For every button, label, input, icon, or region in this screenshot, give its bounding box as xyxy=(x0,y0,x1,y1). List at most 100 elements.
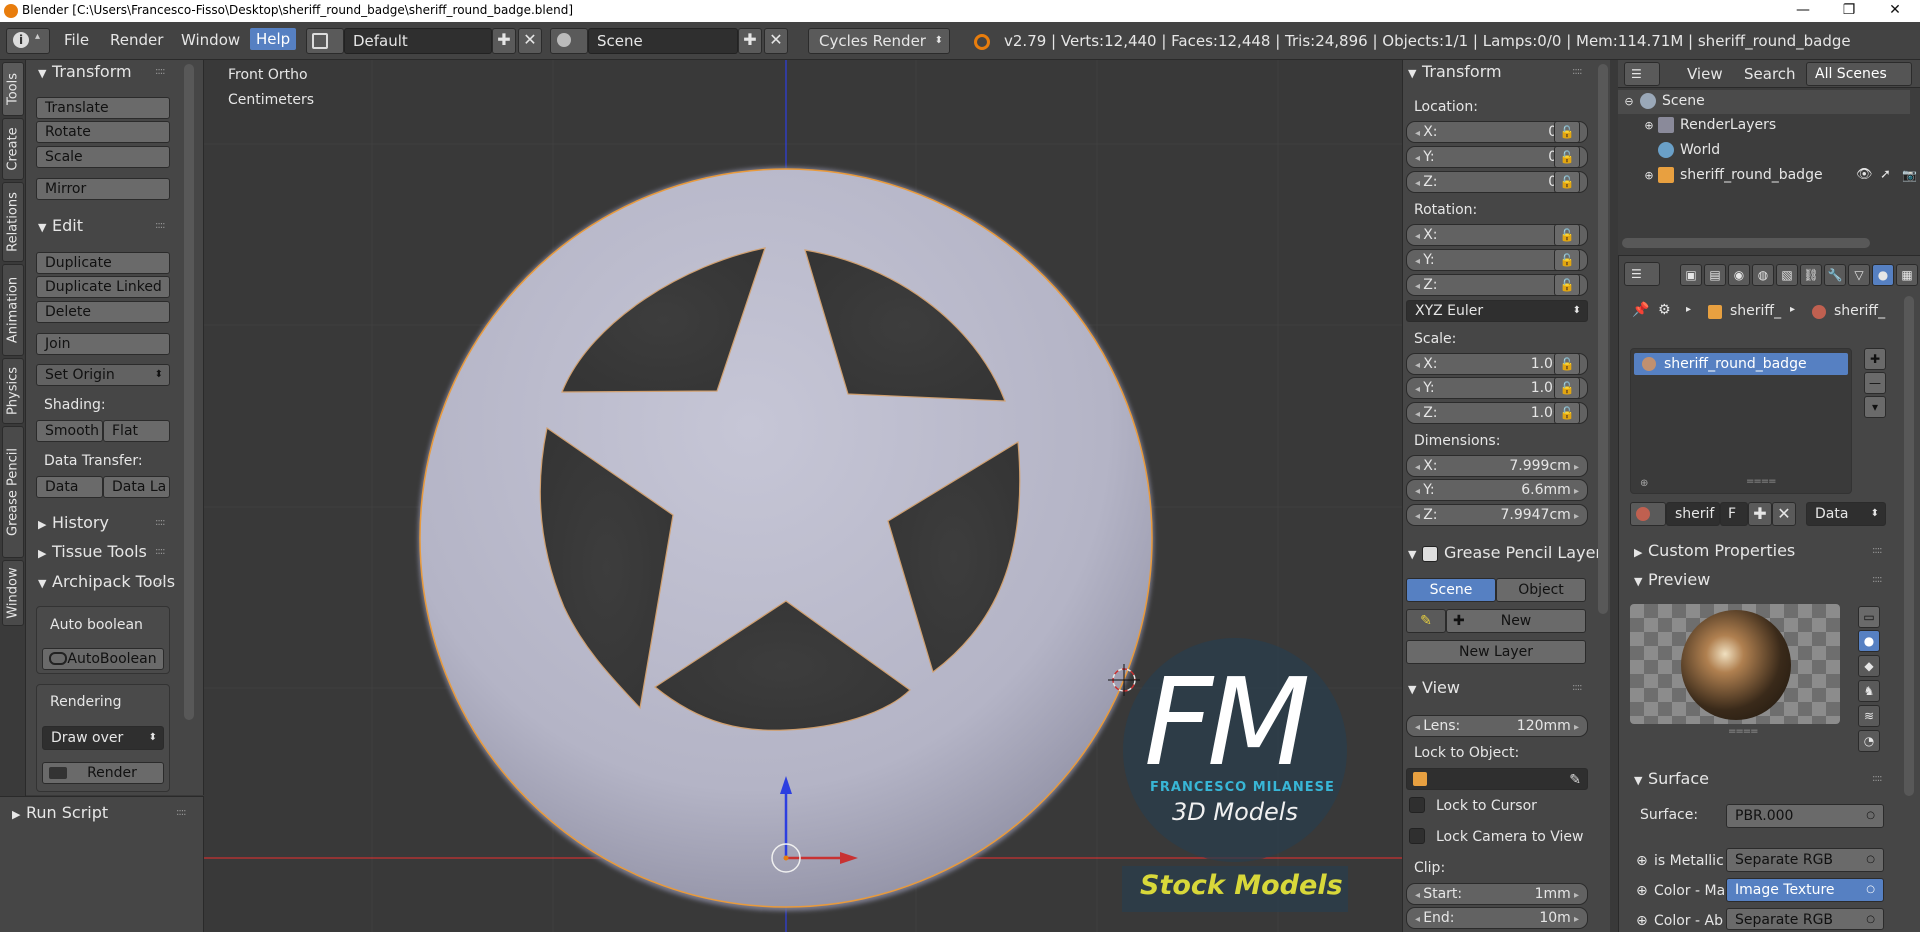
gp-pencil-selector[interactable]: ✎ xyxy=(1406,609,1446,633)
tab-physics[interactable]: Physics xyxy=(2,358,24,424)
material-tab-icon[interactable]: ● xyxy=(1872,264,1894,286)
lock-location-y-icon[interactable]: 🔓 xyxy=(1554,146,1580,168)
archipack-render-button[interactable]: Render xyxy=(42,762,164,784)
drag-grip-icon[interactable]: :::: xyxy=(176,807,187,818)
translate-button[interactable]: Translate xyxy=(36,97,170,119)
npanel-transform-header[interactable]: ▼ Transform xyxy=(1408,62,1502,81)
lock-rotation-x-icon[interactable]: 🔓 xyxy=(1554,224,1580,246)
dimensions-x-field[interactable]: X: 7.999cm xyxy=(1406,455,1588,477)
tab-relations[interactable]: Relations xyxy=(2,182,24,262)
tab-window[interactable]: Window xyxy=(2,560,24,626)
preview-hair-icon[interactable]: ≋ xyxy=(1858,705,1880,727)
lock-camera-checkbox[interactable] xyxy=(1409,828,1425,844)
add-slot-button[interactable]: ✚ xyxy=(1864,348,1886,370)
preview-sphere-icon[interactable]: ● xyxy=(1858,630,1880,652)
panel-run-script-header[interactable]: ▶ Run Script xyxy=(12,803,108,822)
outliner-search-menu[interactable]: Search xyxy=(1744,65,1796,83)
input-row-icon[interactable]: ⊕ xyxy=(1636,853,1648,869)
preview-monkey-icon[interactable]: ♞ xyxy=(1858,680,1880,702)
remove-scene-button[interactable]: ✕ xyxy=(764,28,788,54)
surface-header[interactable]: ▼ Surface xyxy=(1634,769,1709,788)
menu-help[interactable]: Help xyxy=(250,28,297,50)
texture-tab-icon[interactable]: ▦ xyxy=(1896,264,1918,286)
drag-grip-icon[interactable]: :::: xyxy=(155,576,166,587)
mirror-button[interactable]: Mirror xyxy=(36,178,170,200)
render-tab-icon[interactable]: ▣ xyxy=(1680,264,1702,286)
object-tab-icon[interactable]: ▧ xyxy=(1776,264,1798,286)
gp-scene-button[interactable]: Scene xyxy=(1406,578,1496,602)
outliner-item-renderlayers[interactable]: ⊕ RenderLayers xyxy=(1618,114,1910,138)
set-origin-dropdown[interactable]: Set Origin ⬍ xyxy=(36,364,170,386)
preview-header[interactable]: ▼ Preview xyxy=(1634,570,1710,589)
auto-boolean-button[interactable]: AutoBoolean xyxy=(42,648,164,670)
delete-button[interactable]: Delete xyxy=(36,301,170,323)
outliner-editor-type[interactable]: ☰ xyxy=(1624,62,1660,86)
outliner-view-menu[interactable]: View xyxy=(1687,65,1723,83)
material-name-field[interactable]: sherif xyxy=(1666,502,1720,526)
lock-to-cursor-checkbox[interactable] xyxy=(1409,797,1425,813)
remove-slot-button[interactable]: — xyxy=(1864,372,1886,394)
data-transfer-button[interactable]: Data xyxy=(36,476,103,498)
panel-transform-header[interactable]: ▼ Transform xyxy=(38,62,132,81)
input-color-ma-field[interactable]: Image Texture ○ xyxy=(1726,878,1884,902)
outliner-h-scrollbar[interactable] xyxy=(1622,238,1870,248)
join-button[interactable]: Join xyxy=(36,333,170,355)
outliner-filter-dropdown[interactable]: All Scenes xyxy=(1806,62,1912,86)
lens-field[interactable]: Lens: 120mm xyxy=(1406,715,1588,737)
toolshelf-scrollbar[interactable] xyxy=(184,64,194,720)
lock-rotation-y-icon[interactable]: 🔓 xyxy=(1554,249,1580,271)
lock-scale-x-icon[interactable]: 🔓 xyxy=(1554,353,1580,375)
lock-to-object-field[interactable]: ✎ xyxy=(1406,768,1588,790)
preview-resize-grip-icon[interactable]: ==== xyxy=(1728,726,1758,737)
fake-user-button[interactable]: F xyxy=(1720,502,1748,526)
gp-new-layer-button[interactable]: New Layer xyxy=(1406,640,1586,664)
preview-flat-icon[interactable]: ▭ xyxy=(1858,606,1880,628)
clip-end-field[interactable]: End: 10m xyxy=(1406,907,1588,929)
modifiers-tab-icon[interactable]: 🔧 xyxy=(1824,264,1846,286)
dimensions-y-field[interactable]: Y: 6.6mm xyxy=(1406,479,1588,501)
input-row-icon[interactable]: ⊕ xyxy=(1636,883,1648,899)
add-screen-button[interactable]: ✚ xyxy=(492,28,516,54)
tab-grease-pencil[interactable]: Grease Pencil xyxy=(2,426,24,558)
lock-location-z-icon[interactable]: 🔓 xyxy=(1554,171,1580,193)
outliner-item-world[interactable]: World xyxy=(1618,139,1910,163)
surface-shader-field[interactable]: PBR.000 ○ xyxy=(1726,804,1884,828)
drag-grip-icon[interactable]: :::: xyxy=(155,220,166,231)
drag-grip-icon[interactable]: :::: xyxy=(1572,66,1583,77)
close-window-button[interactable]: ✕ xyxy=(1872,0,1918,22)
outliner-item-scene[interactable]: ⊖ Scene xyxy=(1618,90,1910,114)
tab-create[interactable]: Create xyxy=(2,118,24,180)
draw-mode-dropdown[interactable]: Draw over ⬍ xyxy=(42,726,164,750)
rotate-button[interactable]: Rotate xyxy=(36,121,170,143)
panel-edit-header[interactable]: ▼ Edit xyxy=(38,216,83,235)
drag-grip-icon[interactable]: :::: xyxy=(155,66,166,77)
remove-screen-button[interactable]: ✕ xyxy=(518,28,542,54)
drag-grip-icon[interactable]: :::: xyxy=(1872,773,1883,784)
minimize-button[interactable]: — xyxy=(1780,0,1826,22)
lock-scale-y-icon[interactable]: 🔓 xyxy=(1554,377,1580,399)
unlink-material-button[interactable]: ✕ xyxy=(1772,502,1796,526)
data-layout-button[interactable]: Data La xyxy=(103,476,170,498)
render-layers-tab-icon[interactable]: ▤ xyxy=(1704,264,1726,286)
preview-cube-icon[interactable]: ◆ xyxy=(1858,655,1880,677)
link-dropdown[interactable]: Data ⬍ xyxy=(1806,502,1886,526)
tab-animation[interactable]: Animation xyxy=(2,264,24,356)
screen-layout-field[interactable]: Default xyxy=(344,28,492,54)
input-row-icon[interactable]: ⊕ xyxy=(1636,913,1648,929)
slot-menu-button[interactable]: ▾ xyxy=(1864,396,1886,418)
npanel-grease-pencil-header[interactable]: ▼ Grease Pencil Layer xyxy=(1408,543,1602,562)
scene-selector[interactable] xyxy=(550,28,588,54)
breadcrumb-material[interactable]: sheriff_ xyxy=(1834,303,1885,319)
menu-window[interactable]: Window xyxy=(181,31,240,49)
pin-icon[interactable]: 📌 xyxy=(1632,302,1649,318)
duplicate-linked-button[interactable]: Duplicate Linked xyxy=(36,276,170,298)
drag-grip-icon[interactable]: :::: xyxy=(1872,574,1883,585)
drag-grip-icon[interactable]: :::: xyxy=(155,517,166,528)
drag-grip-icon[interactable]: :::: xyxy=(155,546,166,557)
scene-tab-icon[interactable]: ◉ xyxy=(1728,264,1750,286)
gp-new-button[interactable]: ✚ New xyxy=(1446,609,1586,633)
dimensions-z-field[interactable]: Z: 7.9947cm xyxy=(1406,504,1588,526)
panel-tissue-header[interactable]: ▶ Tissue Tools xyxy=(38,542,147,561)
outliner-item-badge[interactable]: ⊕ sheriff_round_badge 👁 ➚ 📷 xyxy=(1618,164,1917,188)
lock-rotation-z-icon[interactable]: 🔓 xyxy=(1554,274,1580,296)
